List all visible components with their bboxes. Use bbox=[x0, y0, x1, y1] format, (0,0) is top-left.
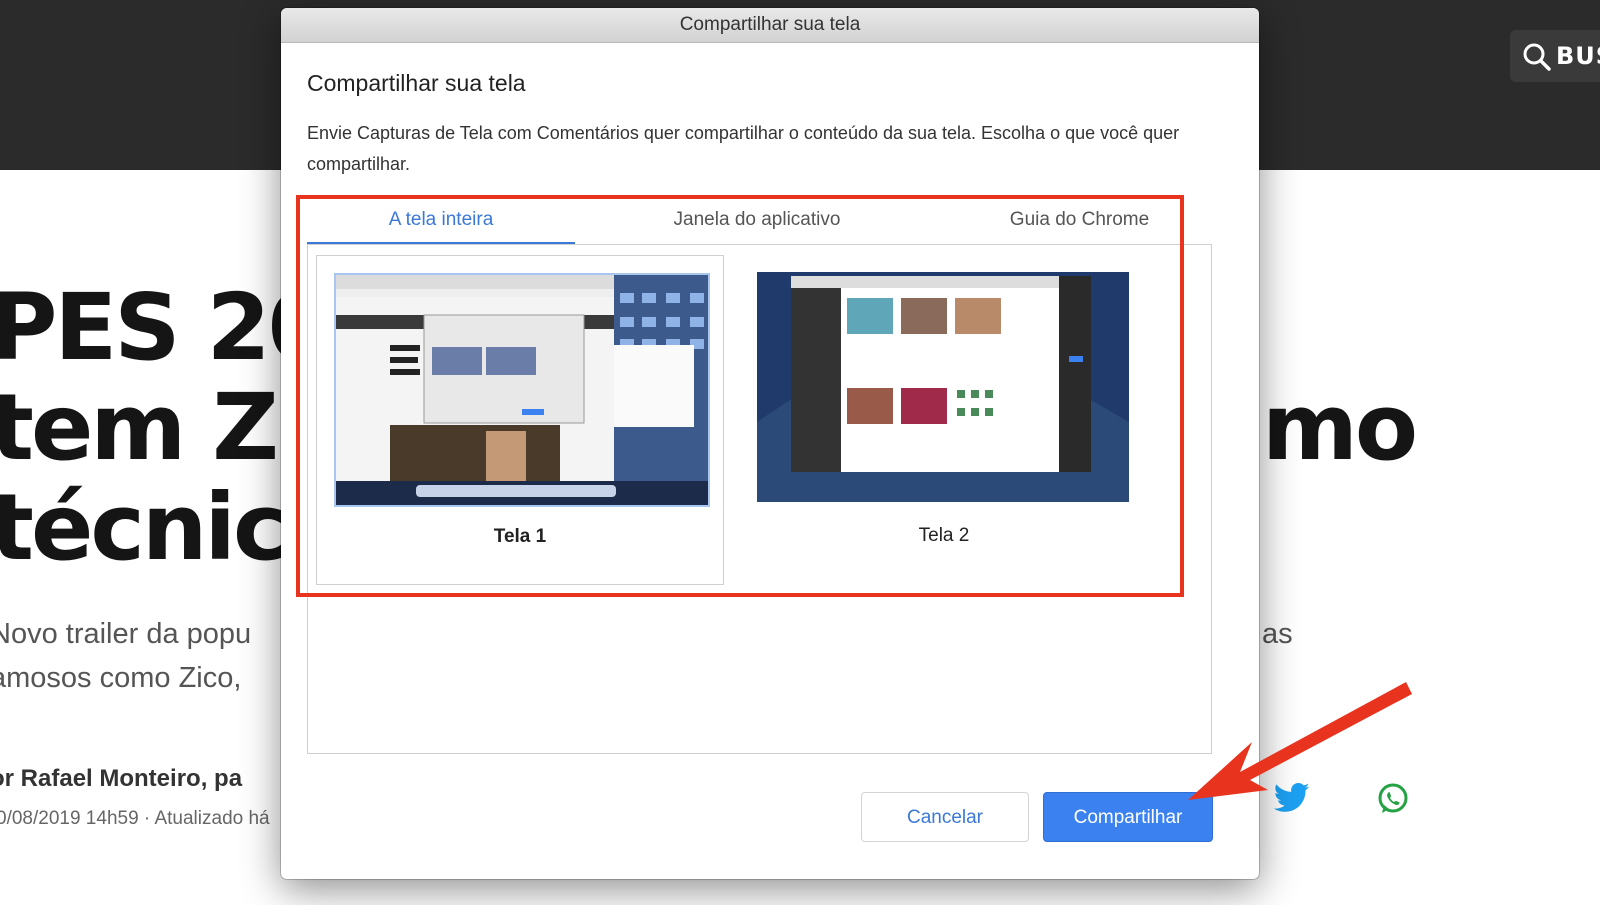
search-label: BUS bbox=[1556, 42, 1600, 70]
subtitle-fragment: as bbox=[1262, 618, 1293, 650]
subtitle-line: amosos como Zico, bbox=[0, 662, 242, 694]
dialog-heading: Compartilhar sua tela bbox=[307, 70, 526, 96]
dialog-titlebar: Compartilhar sua tela bbox=[281, 8, 1259, 43]
annotation-arrow-icon bbox=[1188, 682, 1412, 800]
article-dateline: 0/08/2019 14h59 · Atualizado há bbox=[0, 808, 270, 829]
search-icon bbox=[1523, 43, 1551, 71]
highlight-box bbox=[296, 195, 1184, 597]
cancel-button[interactable]: Cancelar bbox=[861, 792, 1029, 842]
article-subtitle: Novo trailer da popu amosos como Zico, bbox=[0, 612, 251, 700]
article-author: or Rafael Monteiro, pa bbox=[0, 765, 243, 792]
dialog-description: Envie Capturas de Tela com Comentários q… bbox=[307, 123, 1180, 174]
subtitle-line: Novo trailer da popu bbox=[0, 618, 252, 650]
search-button[interactable]: BUS bbox=[1510, 30, 1600, 82]
headline-fragment: mo bbox=[1262, 374, 1418, 481]
